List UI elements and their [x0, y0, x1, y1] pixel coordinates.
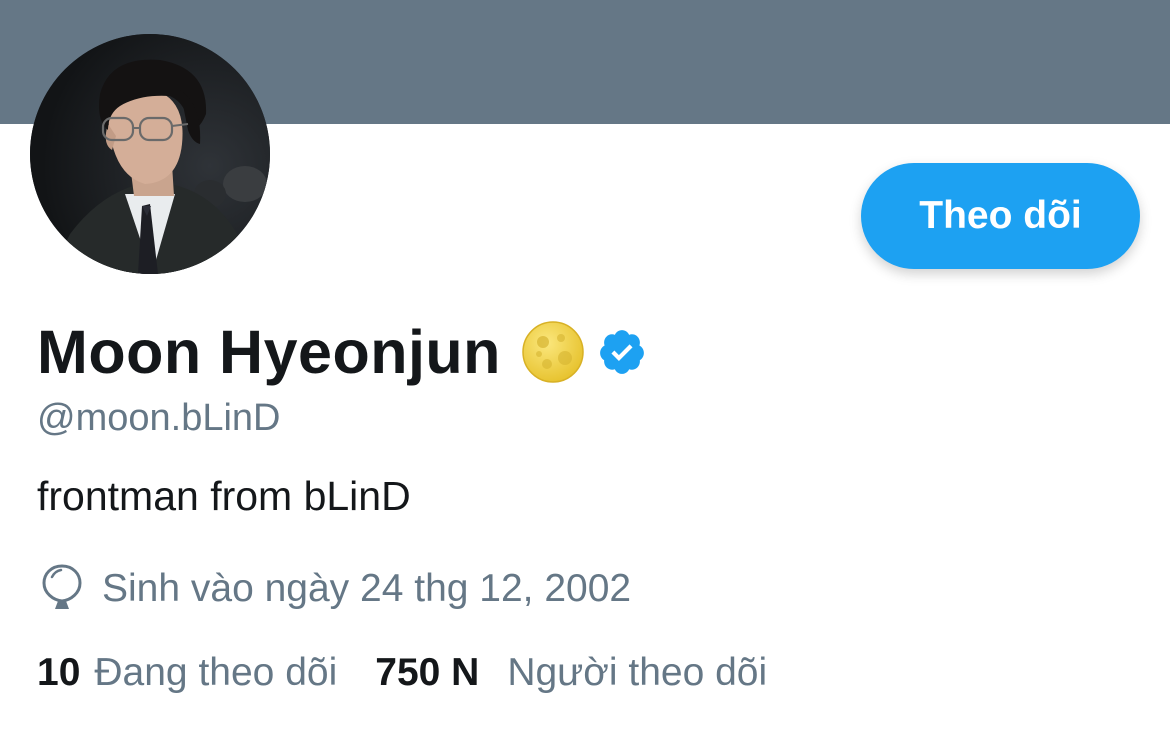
following-stat[interactable]: 10 Đang theo dõi	[37, 650, 337, 697]
verified-badge-icon	[597, 327, 647, 377]
display-name: Moon Hyeonjun	[37, 317, 501, 386]
birth-date-text: Sinh vào ngày 24 thg 12, 2002	[102, 566, 632, 610]
avatar[interactable]	[30, 34, 270, 274]
following-count: 10	[37, 651, 81, 694]
following-label: Đang theo dõi	[94, 651, 338, 694]
follow-stats: 10 Đang theo dõi 750 N Người theo dõi	[37, 650, 767, 706]
moon-icon	[521, 320, 585, 384]
birth-date-row: Sinh vào ngày 24 thg 12, 2002	[40, 560, 631, 616]
profile-bio: frontman from bLinD	[37, 473, 411, 519]
name-row: Moon Hyeonjun	[37, 312, 647, 392]
profile-handle: @moon.bLinD	[37, 397, 281, 439]
balloon-icon	[40, 563, 84, 613]
followers-count: 750 N	[375, 651, 480, 694]
follow-button[interactable]: Theo dõi	[861, 163, 1140, 269]
followers-stat[interactable]: 750 N Người theo dõi	[375, 650, 767, 697]
followers-label: Người theo dõi	[507, 651, 768, 694]
